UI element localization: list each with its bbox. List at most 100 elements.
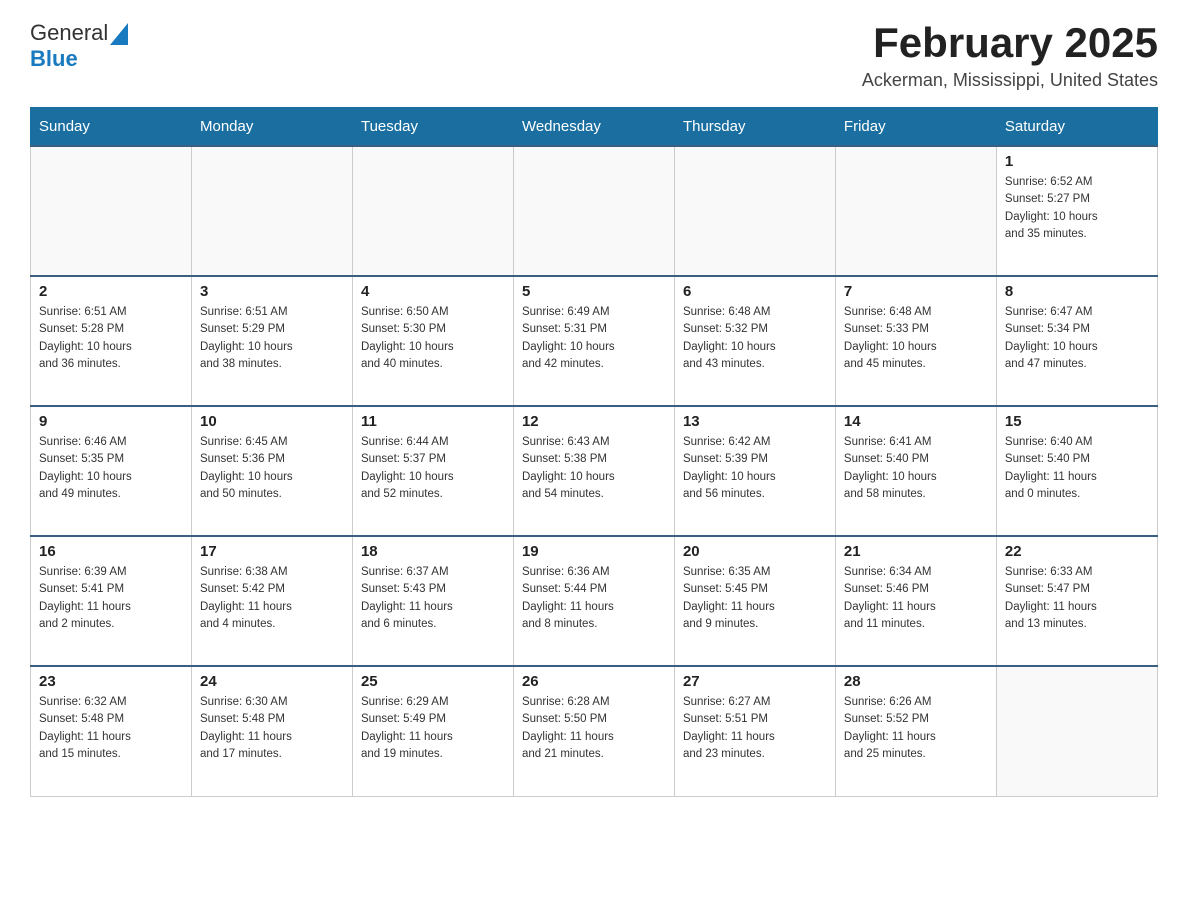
day-number: 11 <box>361 413 505 430</box>
calendar-cell <box>513 146 674 276</box>
day-number: 15 <box>1005 413 1149 430</box>
calendar-cell: 14 Sunrise: 6:41 AM Sunset: 5:40 PM Dayli… <box>835 406 996 536</box>
calendar-cell: 4 Sunrise: 6:50 AM Sunset: 5:30 PM Daylig… <box>352 276 513 406</box>
calendar-cell <box>31 146 192 276</box>
day-number: 14 <box>844 413 988 430</box>
week-row-3: 9 Sunrise: 6:46 AM Sunset: 5:35 PM Daylig… <box>31 406 1158 536</box>
calendar-header-row: Sunday Monday Tuesday Wednesday Thursday… <box>31 108 1158 147</box>
day-info: Sunrise: 6:48 AM Sunset: 5:32 PM Dayligh… <box>683 304 827 373</box>
day-info: Sunrise: 6:29 AM Sunset: 5:49 PM Dayligh… <box>361 694 505 763</box>
day-number: 1 <box>1005 153 1149 170</box>
day-info: Sunrise: 6:42 AM Sunset: 5:39 PM Dayligh… <box>683 434 827 503</box>
day-number: 3 <box>200 283 344 300</box>
day-number: 23 <box>39 673 183 690</box>
day-info: Sunrise: 6:51 AM Sunset: 5:29 PM Dayligh… <box>200 304 344 373</box>
day-info: Sunrise: 6:38 AM Sunset: 5:42 PM Dayligh… <box>200 564 344 633</box>
col-tuesday: Tuesday <box>352 108 513 147</box>
day-number: 17 <box>200 543 344 560</box>
calendar-cell: 26Sunrise: 6:28 AM Sunset: 5:50 PM Dayli… <box>513 666 674 796</box>
day-number: 8 <box>1005 283 1149 300</box>
day-info: Sunrise: 6:27 AM Sunset: 5:51 PM Dayligh… <box>683 694 827 763</box>
day-info: Sunrise: 6:32 AM Sunset: 5:48 PM Dayligh… <box>39 694 183 763</box>
calendar-table: Sunday Monday Tuesday Wednesday Thursday… <box>30 107 1158 797</box>
calendar-cell: 5 Sunrise: 6:49 AM Sunset: 5:31 PM Daylig… <box>513 276 674 406</box>
calendar-cell: 3 Sunrise: 6:51 AM Sunset: 5:29 PM Daylig… <box>191 276 352 406</box>
col-wednesday: Wednesday <box>513 108 674 147</box>
calendar-cell: 16 Sunrise: 6:39 AM Sunset: 5:41 PM Dayli… <box>31 536 192 666</box>
day-info: Sunrise: 6:37 AM Sunset: 5:43 PM Dayligh… <box>361 564 505 633</box>
calendar-cell: 22 Sunrise: 6:33 AM Sunset: 5:47 PM Dayli… <box>996 536 1157 666</box>
day-info: Sunrise: 6:45 AM Sunset: 5:36 PM Dayligh… <box>200 434 344 503</box>
month-title: February 2025 <box>862 20 1158 66</box>
day-number: 6 <box>683 283 827 300</box>
day-number: 7 <box>844 283 988 300</box>
day-number: 22 <box>1005 543 1149 560</box>
day-number: 19 <box>522 543 666 560</box>
logo: General Blue <box>30 20 128 72</box>
calendar-cell: 9 Sunrise: 6:46 AM Sunset: 5:35 PM Daylig… <box>31 406 192 536</box>
location-title: Ackerman, Mississippi, United States <box>862 70 1158 91</box>
calendar-cell: 12Sunrise: 6:43 AM Sunset: 5:38 PM Dayli… <box>513 406 674 536</box>
calendar-cell: 24Sunrise: 6:30 AM Sunset: 5:48 PM Dayli… <box>191 666 352 796</box>
day-info: Sunrise: 6:46 AM Sunset: 5:35 PM Dayligh… <box>39 434 183 503</box>
day-info: Sunrise: 6:35 AM Sunset: 5:45 PM Dayligh… <box>683 564 827 633</box>
day-info: Sunrise: 6:43 AM Sunset: 5:38 PM Dayligh… <box>522 434 666 503</box>
calendar-cell <box>352 146 513 276</box>
day-info: Sunrise: 6:48 AM Sunset: 5:33 PM Dayligh… <box>844 304 988 373</box>
col-thursday: Thursday <box>674 108 835 147</box>
day-number: 9 <box>39 413 183 430</box>
title-section: February 2025 Ackerman, Mississippi, Uni… <box>862 20 1158 91</box>
calendar-cell: 7 Sunrise: 6:48 AM Sunset: 5:33 PM Daylig… <box>835 276 996 406</box>
day-info: Sunrise: 6:52 AM Sunset: 5:27 PM Dayligh… <box>1005 174 1149 243</box>
day-number: 4 <box>361 283 505 300</box>
day-number: 26 <box>522 673 666 690</box>
col-saturday: Saturday <box>996 108 1157 147</box>
day-info: Sunrise: 6:34 AM Sunset: 5:46 PM Dayligh… <box>844 564 988 633</box>
day-number: 25 <box>361 673 505 690</box>
calendar-cell <box>191 146 352 276</box>
calendar-cell: 19Sunrise: 6:36 AM Sunset: 5:44 PM Dayli… <box>513 536 674 666</box>
day-info: Sunrise: 6:40 AM Sunset: 5:40 PM Dayligh… <box>1005 434 1149 503</box>
calendar-cell <box>996 666 1157 796</box>
day-info: Sunrise: 6:41 AM Sunset: 5:40 PM Dayligh… <box>844 434 988 503</box>
day-info: Sunrise: 6:44 AM Sunset: 5:37 PM Dayligh… <box>361 434 505 503</box>
calendar-cell: 2Sunrise: 6:51 AM Sunset: 5:28 PM Daylig… <box>31 276 192 406</box>
week-row-1: 1 Sunrise: 6:52 AM Sunset: 5:27 PM Daylig… <box>31 146 1158 276</box>
col-friday: Friday <box>835 108 996 147</box>
week-row-4: 16 Sunrise: 6:39 AM Sunset: 5:41 PM Dayli… <box>31 536 1158 666</box>
calendar-cell: 25 Sunrise: 6:29 AM Sunset: 5:49 PM Dayli… <box>352 666 513 796</box>
calendar-cell: 10 Sunrise: 6:45 AM Sunset: 5:36 PM Dayli… <box>191 406 352 536</box>
day-number: 20 <box>683 543 827 560</box>
day-info: Sunrise: 6:49 AM Sunset: 5:31 PM Dayligh… <box>522 304 666 373</box>
logo-triangle-icon <box>110 23 128 45</box>
day-info: Sunrise: 6:39 AM Sunset: 5:41 PM Dayligh… <box>39 564 183 633</box>
day-number: 27 <box>683 673 827 690</box>
calendar-cell: 21 Sunrise: 6:34 AM Sunset: 5:46 PM Dayli… <box>835 536 996 666</box>
day-info: Sunrise: 6:33 AM Sunset: 5:47 PM Dayligh… <box>1005 564 1149 633</box>
day-info: Sunrise: 6:50 AM Sunset: 5:30 PM Dayligh… <box>361 304 505 373</box>
day-info: Sunrise: 6:26 AM Sunset: 5:52 PM Dayligh… <box>844 694 988 763</box>
page-header: General Blue February 2025 Ackerman, Mis… <box>30 20 1158 91</box>
day-number: 5 <box>522 283 666 300</box>
calendar-cell: 1 Sunrise: 6:52 AM Sunset: 5:27 PM Daylig… <box>996 146 1157 276</box>
day-number: 24 <box>200 673 344 690</box>
calendar-cell: 17 Sunrise: 6:38 AM Sunset: 5:42 PM Dayli… <box>191 536 352 666</box>
day-number: 21 <box>844 543 988 560</box>
calendar-cell: 28Sunrise: 6:26 AM Sunset: 5:52 PM Dayli… <box>835 666 996 796</box>
calendar-cell: 18 Sunrise: 6:37 AM Sunset: 5:43 PM Dayli… <box>352 536 513 666</box>
week-row-2: 2Sunrise: 6:51 AM Sunset: 5:28 PM Daylig… <box>31 276 1158 406</box>
day-number: 10 <box>200 413 344 430</box>
week-row-5: 23 Sunrise: 6:32 AM Sunset: 5:48 PM Dayli… <box>31 666 1158 796</box>
day-number: 2 <box>39 283 183 300</box>
logo-text-general: General <box>30 20 108 46</box>
calendar-cell: 20 Sunrise: 6:35 AM Sunset: 5:45 PM Dayli… <box>674 536 835 666</box>
day-number: 16 <box>39 543 183 560</box>
day-number: 13 <box>683 413 827 430</box>
col-sunday: Sunday <box>31 108 192 147</box>
calendar-cell: 27 Sunrise: 6:27 AM Sunset: 5:51 PM Dayli… <box>674 666 835 796</box>
calendar-cell: 23 Sunrise: 6:32 AM Sunset: 5:48 PM Dayli… <box>31 666 192 796</box>
calendar-cell: 15 Sunrise: 6:40 AM Sunset: 5:40 PM Dayli… <box>996 406 1157 536</box>
day-number: 18 <box>361 543 505 560</box>
calendar-cell: 8Sunrise: 6:47 AM Sunset: 5:34 PM Daylig… <box>996 276 1157 406</box>
calendar-cell <box>835 146 996 276</box>
